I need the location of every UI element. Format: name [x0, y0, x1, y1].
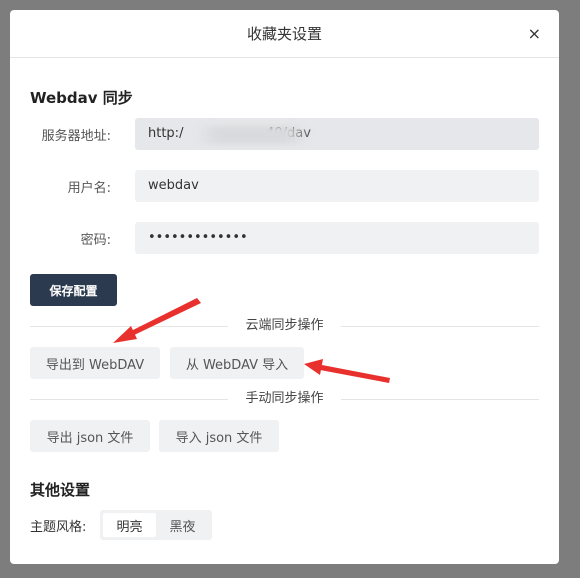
server-address-label: 服务器地址: [41, 129, 111, 144]
settings-modal: 收藏夹设置 × Webdav 同步 服务器地址: 用户名: 密码: 保存配置 云… [10, 10, 559, 564]
server-address-row: 服务器地址: [10, 118, 559, 150]
import-from-webdav-button[interactable]: 从 WebDAV 导入 [170, 347, 304, 379]
theme-option-light[interactable]: 明亮 [103, 513, 156, 537]
username-row: 用户名: [10, 170, 559, 202]
theme-label: 主题风格: [30, 520, 87, 535]
export-json-button[interactable]: 导出 json 文件 [30, 420, 150, 452]
redacted-blur [195, 126, 310, 144]
password-input[interactable] [135, 222, 539, 254]
password-label: 密码: [80, 233, 111, 248]
modal-header: 收藏夹设置 × [10, 10, 559, 58]
cloud-sync-divider: 云端同步操作 [30, 319, 539, 333]
close-icon[interactable]: × [528, 24, 541, 44]
theme-toggle-group: 明亮 黑夜 [100, 510, 212, 540]
cloud-sync-divider-label: 云端同步操作 [245, 318, 324, 333]
manual-sync-divider: 手动同步操作 [30, 392, 539, 406]
password-row: 密码: [10, 222, 559, 254]
webdav-section-title: Webdav 同步 [30, 89, 133, 107]
theme-option-dark[interactable]: 黑夜 [156, 513, 209, 537]
username-input[interactable] [135, 170, 539, 202]
username-label: 用户名: [67, 181, 111, 196]
other-settings-title: 其他设置 [30, 481, 91, 499]
import-json-button[interactable]: 导入 json 文件 [159, 420, 279, 452]
manual-sync-divider-label: 手动同步操作 [245, 391, 324, 406]
export-to-webdav-button[interactable]: 导出到 WebDAV [30, 347, 160, 379]
save-config-button[interactable]: 保存配置 [30, 274, 117, 306]
modal-title: 收藏夹设置 [246, 25, 322, 43]
